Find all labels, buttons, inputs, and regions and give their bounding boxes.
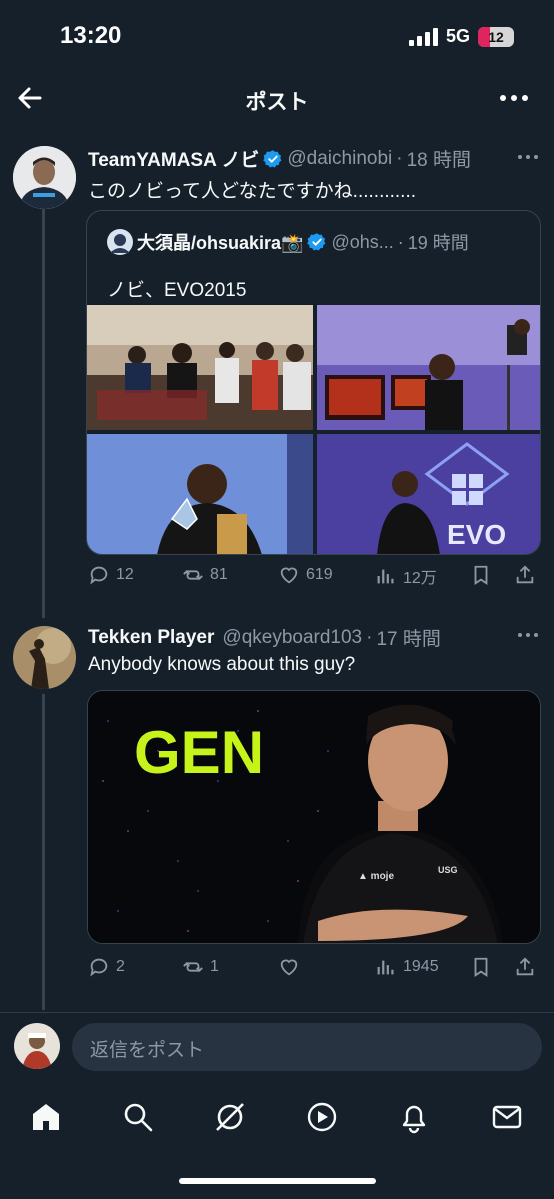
like-count: 619 xyxy=(306,566,333,583)
repost-icon xyxy=(183,962,203,972)
reply-button[interactable]: 12 xyxy=(88,564,134,586)
bookmark-icon xyxy=(474,957,488,977)
quoted-avatar xyxy=(107,229,133,255)
page-title: ポスト xyxy=(245,91,309,114)
quoted-author-handle: @ohs... xyxy=(331,231,394,252)
repost-button[interactable]: 1 xyxy=(182,956,219,978)
messages-icon[interactable] xyxy=(490,1100,524,1134)
top-nav: ポスト xyxy=(0,72,554,126)
status-indicators: 5G 12 xyxy=(408,26,514,47)
reply-input[interactable]: 返信をポスト xyxy=(72,1023,542,1071)
repost-count: 1 xyxy=(210,958,219,975)
share-icon xyxy=(516,957,534,976)
reply-count: 2 xyxy=(116,958,125,975)
svg-text:▲ moje: ▲ moje xyxy=(358,871,394,882)
avatar[interactable] xyxy=(13,146,76,209)
quoted-author-name: 大須晶/ohsuakira📸 xyxy=(137,233,304,253)
photo-2[interactable] xyxy=(317,305,540,430)
author-name[interactable]: TeamYAMASA ノビ xyxy=(88,145,259,172)
verified-icon xyxy=(307,233,326,251)
post-text: Anybody knows about this guy? xyxy=(88,654,356,675)
thread-line xyxy=(42,694,45,1010)
share-icon xyxy=(516,565,534,584)
avatar[interactable] xyxy=(13,626,76,689)
gen-title: GEN xyxy=(134,719,264,786)
post-more-icon[interactable] xyxy=(518,155,538,159)
post-time: 17 時間 xyxy=(376,629,441,650)
quoted-post[interactable]: 大須晶/ohsuakira📸 @ohs... · 19 時間 ノビ、EVO201… xyxy=(86,210,541,555)
post-actions: 12 81 619 12万 xyxy=(88,564,538,594)
like-button[interactable]: 619 xyxy=(278,564,333,586)
post-header: TeamYAMASA ノビ @daichinobi · 18 時間 xyxy=(88,145,471,172)
grok-icon[interactable] xyxy=(213,1100,247,1134)
views-icon xyxy=(377,960,394,975)
photo-4[interactable]: EVO xyxy=(317,434,540,554)
post-text: このノビって人どなたですかね............ xyxy=(88,181,417,202)
home-indicator xyxy=(179,1178,376,1184)
bookmark-button[interactable] xyxy=(470,956,492,978)
svg-text:USG: USG xyxy=(438,865,458,875)
signal-icon xyxy=(408,27,438,46)
views-count: 12万 xyxy=(403,570,437,587)
photo-3[interactable] xyxy=(87,434,313,554)
author-handle[interactable]: @daichinobi xyxy=(287,148,392,170)
my-avatar[interactable] xyxy=(14,1023,60,1069)
notifications-icon[interactable] xyxy=(397,1100,431,1134)
separator-dot: · xyxy=(396,147,403,169)
reply-button[interactable]: 2 xyxy=(88,956,125,978)
share-button[interactable] xyxy=(514,956,536,978)
verified-icon xyxy=(263,149,282,167)
repost-button[interactable]: 81 xyxy=(182,564,228,586)
repost-count: 81 xyxy=(210,566,228,583)
views-button[interactable]: 12万 xyxy=(375,564,437,588)
reply-count: 12 xyxy=(116,566,134,583)
more-icon[interactable] xyxy=(500,88,530,108)
battery-icon: 12 xyxy=(478,26,514,47)
post-more-icon[interactable] xyxy=(518,633,538,637)
photo-1[interactable] xyxy=(87,305,313,430)
reply-icon xyxy=(90,566,108,585)
post-actions: 2 1 1945 xyxy=(88,956,538,986)
like-button[interactable] xyxy=(278,956,306,978)
like-icon xyxy=(280,567,298,584)
quoted-header: 大須晶/ohsuakira📸 @ohs... · 19 時間 xyxy=(107,229,469,255)
status-time: 13:20 xyxy=(60,22,122,49)
post-header: Tekken Player @qkeyboard103 · 17 時間 xyxy=(88,624,441,651)
share-button[interactable] xyxy=(514,564,536,586)
battery-level: 12 xyxy=(488,28,504,45)
reply-bar: 返信をポスト xyxy=(0,1012,554,1082)
post-time: 18 時間 xyxy=(406,150,471,171)
bookmark-icon xyxy=(474,565,488,585)
separator-dot: · xyxy=(397,231,404,252)
views-count: 1945 xyxy=(403,958,439,975)
thread-line xyxy=(42,206,45,618)
repost-icon xyxy=(183,570,203,580)
bookmark-button[interactable] xyxy=(470,564,492,586)
video-icon[interactable] xyxy=(305,1100,339,1134)
author-handle[interactable]: @qkeyboard103 xyxy=(222,627,362,649)
views-button[interactable]: 1945 xyxy=(375,956,439,978)
quoted-post-time: 19 時間 xyxy=(407,233,469,253)
separator-dot: · xyxy=(366,626,373,648)
views-icon xyxy=(377,569,394,584)
network-type: 5G xyxy=(445,26,470,46)
gen-image: ▲ moje USG GEN xyxy=(88,691,540,943)
status-bar: 13:20 5G 12 xyxy=(0,0,554,72)
quoted-text: ノビ、EVO2015 xyxy=(107,280,247,301)
author-name[interactable]: Tekken Player xyxy=(88,627,214,649)
reply-icon xyxy=(90,958,108,977)
home-icon[interactable] xyxy=(29,1100,63,1134)
svg-text:EVO: EVO xyxy=(447,519,506,550)
search-icon[interactable] xyxy=(121,1100,155,1134)
post-image[interactable]: ▲ moje USG GEN xyxy=(87,690,541,944)
like-icon xyxy=(280,959,298,976)
